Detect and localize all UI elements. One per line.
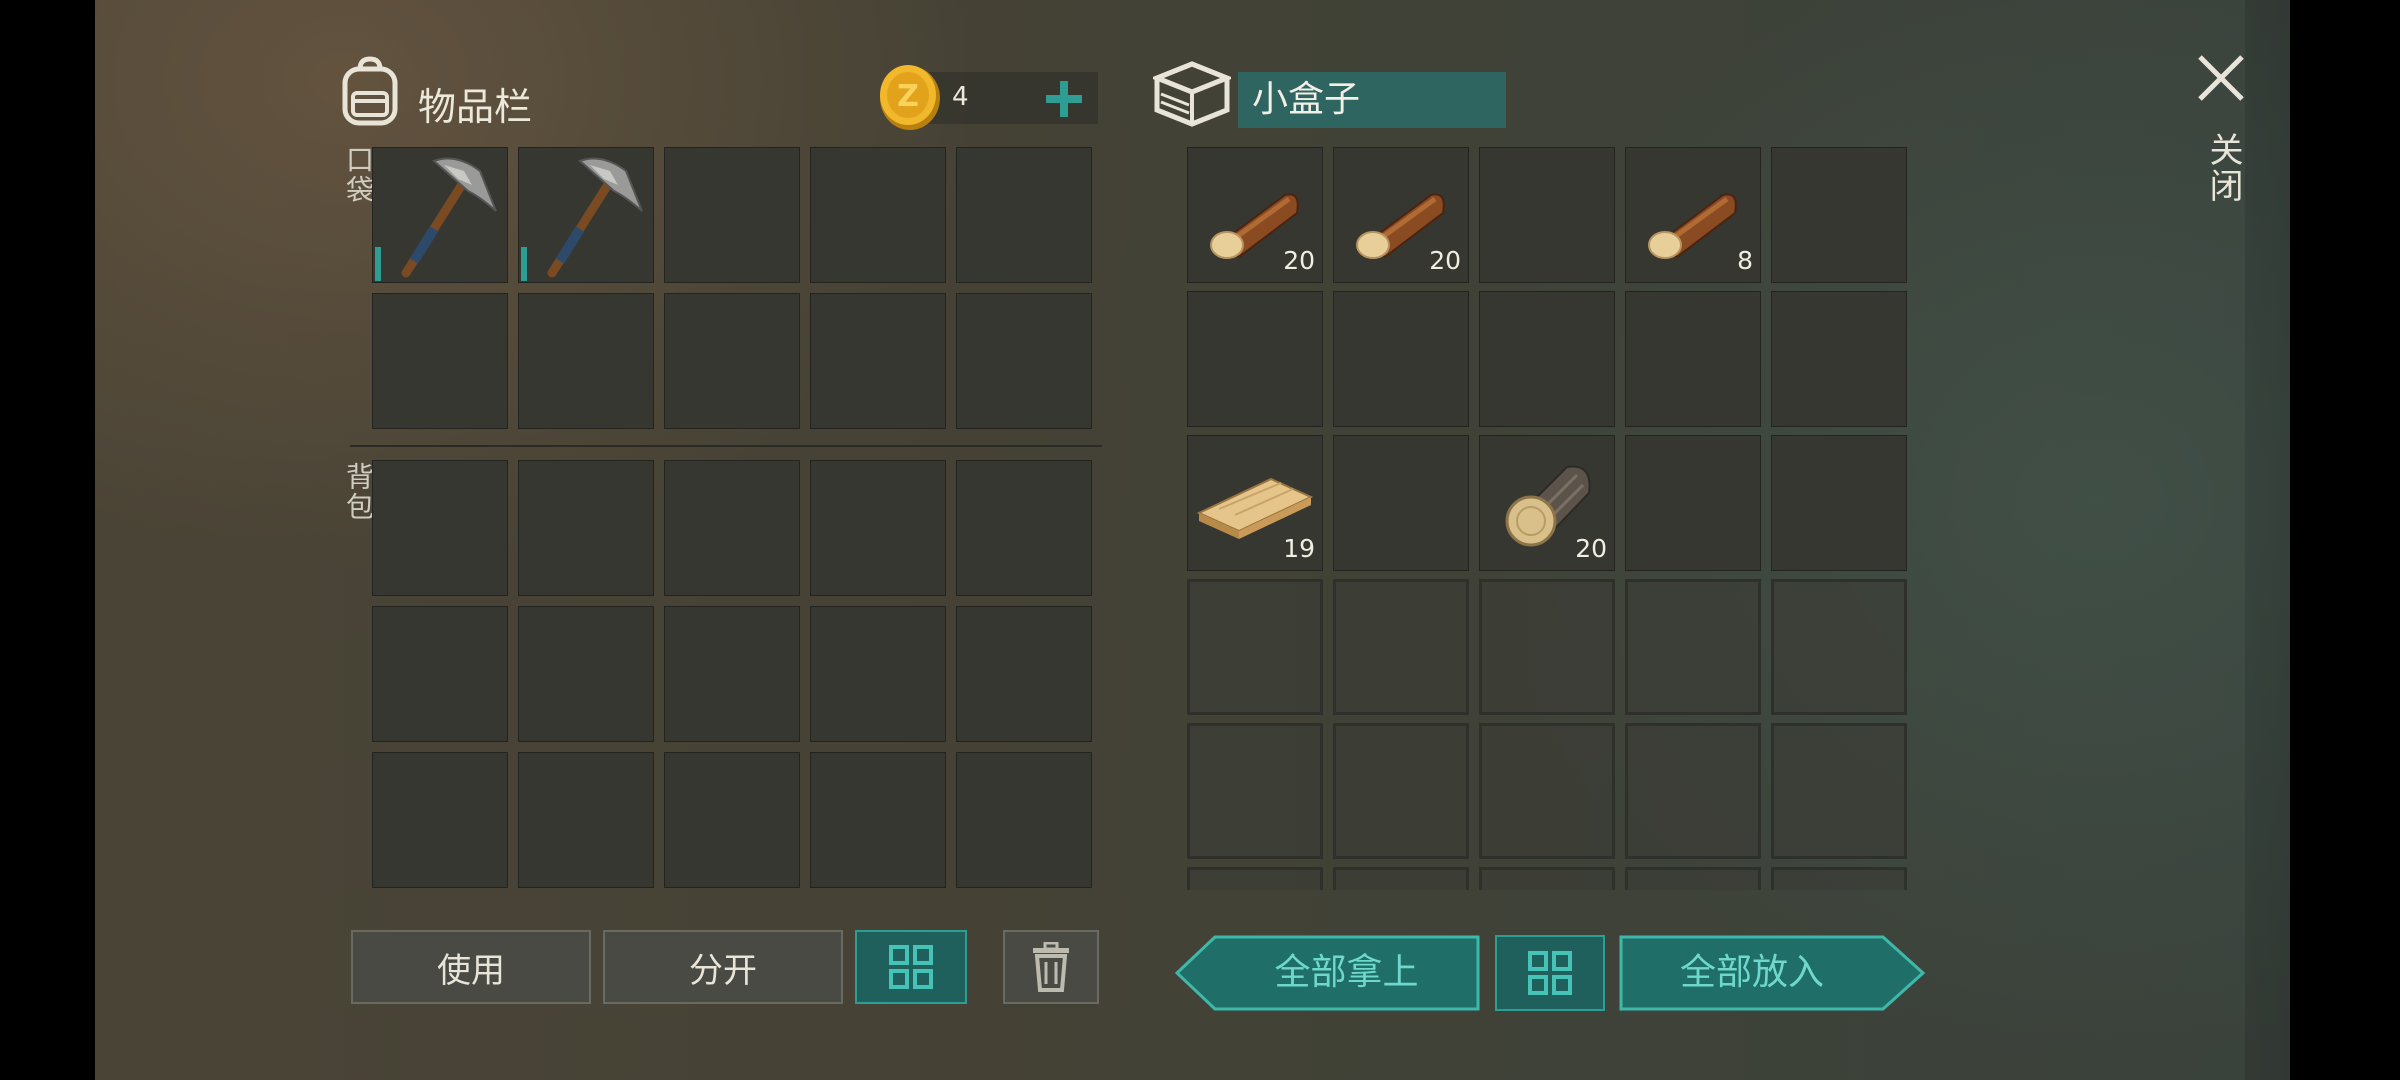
pocket-slot[interactable] [956, 293, 1092, 429]
container-slot-locked [1479, 867, 1615, 890]
trash-button[interactable] [1003, 930, 1099, 1004]
pocket-slot[interactable] [810, 147, 946, 283]
backpack-slot[interactable] [372, 460, 508, 596]
pocket-slot[interactable] [372, 293, 508, 429]
backpack-slot[interactable] [810, 752, 946, 888]
pocket-slot[interactable] [518, 293, 654, 429]
svg-text:Z: Z [897, 79, 919, 114]
close-label[interactable]: 关闭 [2199, 132, 2248, 204]
coin-count: 4 [952, 82, 969, 112]
item-quantity: 20 [1575, 534, 1607, 563]
pocket-grid [372, 145, 1102, 435]
backpack-slot[interactable] [518, 460, 654, 596]
coin-icon: Z [877, 62, 943, 132]
container-slot-locked [1187, 723, 1323, 859]
put-all-button[interactable]: 全部放入 [1619, 935, 1925, 1011]
container-slot-locked [1333, 867, 1469, 890]
backpack-slot[interactable] [518, 752, 654, 888]
container-slot-locked [1187, 867, 1323, 890]
pickaxe-icon [401, 157, 497, 278]
grid-icon [1528, 951, 1572, 995]
add-coins-plus-icon[interactable] [1043, 78, 1085, 120]
container-slot[interactable] [1771, 435, 1907, 571]
container-slot-locked [1333, 723, 1469, 859]
pocket-slot[interactable] [810, 293, 946, 429]
durability-bar [375, 247, 381, 281]
backpack-grid [372, 460, 1102, 892]
backpack-icon [335, 55, 405, 127]
item-quantity: 20 [1429, 246, 1461, 275]
backpack-slot[interactable] [372, 606, 508, 742]
container-slot[interactable] [1479, 147, 1615, 283]
split-button[interactable]: 分开 [603, 930, 843, 1004]
container-slot-locked [1479, 723, 1615, 859]
put-all-label: 全部放入 [1679, 952, 1824, 993]
container-slot-locked [1771, 579, 1907, 715]
container-slot[interactable] [1333, 435, 1469, 571]
backpack-slot[interactable] [810, 460, 946, 596]
section-divider [350, 445, 1102, 447]
durability-bar [521, 247, 527, 281]
container-slot-locked [1625, 579, 1761, 715]
backpack-slot[interactable] [810, 606, 946, 742]
box-icon [1150, 58, 1234, 130]
item-quantity: 20 [1283, 246, 1315, 275]
container-slot[interactable] [1479, 291, 1615, 427]
close-icon[interactable] [2195, 52, 2247, 104]
container-slot[interactable] [1625, 435, 1761, 571]
container-slot[interactable]: 8 [1625, 147, 1761, 283]
take-all-label: 全部拿上 [1274, 952, 1419, 993]
container-slot[interactable] [1771, 291, 1907, 427]
backpack-slot[interactable] [664, 460, 800, 596]
container-slot-locked [1333, 579, 1469, 715]
container-name-field[interactable]: 小盒子 [1238, 72, 1506, 128]
container-slot[interactable] [1333, 291, 1469, 427]
pocket-slot[interactable] [518, 147, 654, 283]
container-slot[interactable] [1625, 291, 1761, 427]
container-slot-locked [1187, 579, 1323, 715]
container-slot[interactable]: 19 [1187, 435, 1323, 571]
item-quantity: 8 [1737, 246, 1753, 275]
pocket-slot[interactable] [956, 147, 1092, 283]
pickaxe-icon [547, 157, 643, 278]
item-quantity: 19 [1283, 534, 1315, 563]
game-background: 物品栏 Z 4 口袋 背包 使用 分开 小盒子 20 20 8 19 20 全部… [95, 0, 2290, 1080]
backpack-slot[interactable] [956, 752, 1092, 888]
take-all-button[interactable]: 全部拿上 [1175, 935, 1480, 1011]
sort-grid-button[interactable] [855, 930, 967, 1004]
backpack-slot[interactable] [956, 606, 1092, 742]
inventory-title: 物品栏 [418, 85, 533, 129]
trash-icon [1033, 942, 1069, 992]
container-sort-button[interactable] [1495, 935, 1605, 1011]
container-slot[interactable] [1187, 291, 1323, 427]
pocket-slot[interactable] [372, 147, 508, 283]
close-side-panel [2245, 0, 2290, 1080]
pocket-slot[interactable] [664, 293, 800, 429]
container-slot-locked [1625, 867, 1761, 890]
container-slot[interactable]: 20 [1187, 147, 1323, 283]
container-slot[interactable] [1771, 147, 1907, 283]
backpack-slot[interactable] [664, 752, 800, 888]
backpack-slot[interactable] [518, 606, 654, 742]
container-grid: 20 20 8 19 20 [1187, 145, 1917, 890]
container-slot-locked [1479, 579, 1615, 715]
log-icon [1648, 193, 1737, 259]
grid-icon [889, 945, 933, 989]
container-slot-locked [1771, 867, 1907, 890]
use-button[interactable]: 使用 [351, 930, 591, 1004]
backpack-slot[interactable] [664, 606, 800, 742]
backpack-slot[interactable] [372, 752, 508, 888]
backpack-slot[interactable] [956, 460, 1092, 596]
pocket-slot[interactable] [664, 147, 800, 283]
container-slot[interactable]: 20 [1479, 435, 1615, 571]
container-slot-locked [1771, 723, 1907, 859]
container-slot-locked [1625, 723, 1761, 859]
container-slot[interactable]: 20 [1333, 147, 1469, 283]
